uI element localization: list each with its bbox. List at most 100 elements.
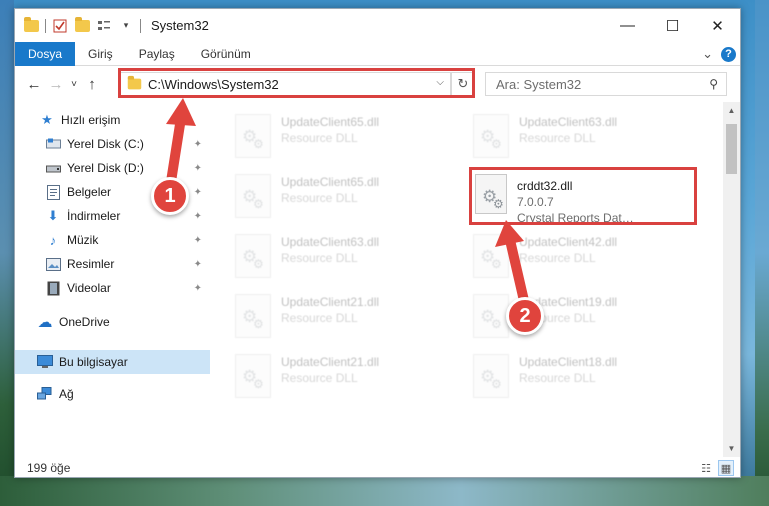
view-icon[interactable] [96,18,112,34]
list-item[interactable]: ⚙ ⚙ UpdateClient65.dll Resource DLL [235,110,435,168]
dll-file-icon: ⚙ ⚙ [473,234,509,278]
star-icon: ★ [41,112,53,127]
dll-file-icon: ⚙ ⚙ [235,174,271,218]
music-icon: ♪ [49,232,57,248]
file-description: Resource DLL [281,311,358,325]
details-view-icon[interactable]: ☷ [698,460,714,476]
tab-view[interactable]: Görünüm [188,42,264,66]
sidebar-item-network[interactable]: Ağ [15,382,210,406]
sidebar-item-label: Bu bilgisayar [59,355,128,369]
file-description: Resource DLL [519,131,596,145]
drive-icon [45,136,61,152]
ribbon-tabs: Dosya Giriş Paylaş Görünüm ⌄ ? [15,41,740,66]
address-highlight-box [118,68,475,98]
file-name: UpdateClient63.dll [519,115,618,129]
dll-file-icon: ⚙ ⚙ [235,294,271,338]
list-item[interactable]: ⚙ ⚙ UpdateClient18.dll Resource DLL [473,350,673,408]
sidebar-item-videos[interactable]: Videolar ✦ [15,276,210,300]
sidebar-item-label: Hızlı erişim [61,113,121,127]
downloads-icon: ⬇ [47,208,59,223]
list-item[interactable]: ⚙ ⚙ UpdateClient42.dll Resource DLL [473,230,673,288]
file-name: UpdateClient21.dll [281,355,380,369]
pin-icon[interactable]: ✦ [194,139,202,150]
close-button[interactable]: ✕ [695,9,740,42]
list-item[interactable]: ⚙ ⚙ UpdateClient63.dll Resource DLL [473,110,673,168]
sidebar-item-label: OneDrive [59,315,110,329]
file-description: Resource DLL [281,251,358,265]
list-item[interactable]: ⚙ ⚙ UpdateClient63.dll Resource DLL [235,230,435,288]
drive-icon [45,160,61,176]
title-bar: ▾ System32 — ☐ ✕ [15,9,740,42]
file-description: Resource DLL [281,191,358,205]
sidebar-item-local-disk-c[interactable]: Yerel Disk (C:) ✦ [15,132,210,156]
forward-button[interactable]: → [45,73,67,95]
sidebar-item-label: İndirmeler [67,209,121,223]
window-title: System32 [151,18,209,33]
tiles-view-icon[interactable]: ▦ [718,460,734,476]
sidebar-item-onedrive[interactable]: ☁ OneDrive [15,310,210,334]
back-button[interactable]: ← [23,73,45,95]
pin-icon[interactable]: ✦ [194,187,202,198]
sidebar-item-label: Resimler [67,257,115,271]
dll-file-icon: ⚙ ⚙ [235,114,271,158]
file-name: UpdateClient18.dll [519,355,618,369]
desktop-background-bottom [0,476,769,506]
new-folder-icon[interactable] [74,16,90,34]
sidebar-item-this-pc[interactable]: Bu bilgisayar [15,350,210,374]
tab-file[interactable]: Dosya [15,41,76,66]
dll-file-icon: ⚙ ⚙ [473,354,509,398]
sidebar-item-label: Videolar [67,281,111,295]
list-item[interactable]: ⚙ ⚙ UpdateClient65.dll Resource DLL [235,170,435,228]
vertical-scrollbar[interactable]: ▲ ▼ [723,102,740,457]
list-item[interactable]: ⚙ ⚙ UpdateClient21.dll Resource DLL [235,350,435,408]
sidebar-item-pictures[interactable]: Resimler ✦ [15,252,210,276]
properties-icon[interactable] [52,18,68,34]
sidebar-item-music[interactable]: ♪ Müzik ✦ [15,228,210,252]
pin-icon[interactable]: ✦ [194,259,202,270]
view-switcher: ☷ ▦ [694,460,734,476]
help-icon[interactable]: ? [721,46,736,62]
sidebar-item-label: Ağ [59,387,74,401]
recent-locations-button[interactable]: ˅ [67,73,81,95]
sidebar-item-local-disk-d[interactable]: Yerel Disk (D:) ✦ [15,156,210,180]
network-icon [37,386,53,402]
onedrive-icon: ☁ [37,314,53,331]
customize-dropdown-icon[interactable]: ▾ [118,18,134,34]
tab-home[interactable]: Giriş [75,42,126,66]
dll-file-icon: ⚙ ⚙ [235,234,271,278]
quick-access-toolbar: ▾ System32 [15,9,209,42]
file-name: UpdateClient63.dll [281,235,380,249]
file-highlight-box [469,167,697,225]
folder-icon[interactable] [23,16,39,34]
window-controls: — ☐ ✕ [605,9,740,42]
file-description: Resource DLL [281,131,358,145]
status-bar: 199 öğe ☷ ▦ [15,457,740,479]
pin-icon[interactable]: ✦ [194,283,202,294]
desktop-background-right [755,0,769,506]
search-icon[interactable]: ⚲ [709,77,718,91]
search-input[interactable]: Ara: System32 ⚲ [485,72,727,96]
list-item[interactable]: ⚙ ⚙ UpdateClient19.dll Resource DLL [473,290,673,348]
list-item[interactable]: ⚙ ⚙ UpdateClient21.dll Resource DLL [235,290,435,348]
scroll-thumb[interactable] [726,124,737,174]
sidebar-item-label: Müzik [67,233,99,247]
computer-icon [37,354,53,370]
tab-share[interactable]: Paylaş [126,42,188,66]
file-name: UpdateClient42.dll [519,235,618,249]
up-button[interactable]: ↑ [81,73,103,95]
maximize-button[interactable]: ☐ [650,9,695,42]
minimize-button[interactable]: — [605,9,650,42]
step-badge-1: 1 [151,177,189,215]
pin-icon[interactable]: ✦ [194,211,202,222]
file-name: UpdateClient65.dll [281,175,380,189]
pictures-icon [45,256,61,272]
scroll-up-icon[interactable]: ▲ [723,102,740,119]
step-badge-2: 2 [506,297,544,335]
scroll-down-icon[interactable]: ▼ [723,440,740,457]
sidebar-item-quick-access[interactable]: ★ Hızlı erişim [15,108,210,132]
ribbon-collapse-icon[interactable]: ⌄ [702,46,713,62]
desktop-background-left [0,0,14,506]
pin-icon[interactable]: ✦ [194,235,202,246]
pin-icon[interactable]: ✦ [194,163,202,174]
navigation-pane: ★ Hızlı erişim Yerel Disk (C:) ✦ Yerel D… [15,102,210,457]
